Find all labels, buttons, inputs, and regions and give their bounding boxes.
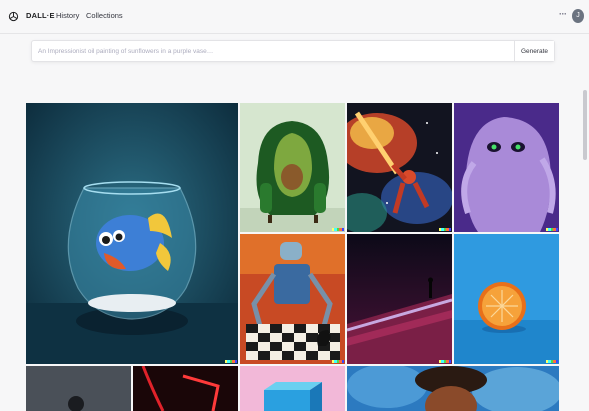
prompt-input[interactable] <box>32 41 514 61</box>
top-bar: DALL·E History Collections ··· J <box>0 0 589 34</box>
gallery-image-purple-monster[interactable] <box>454 103 559 232</box>
scrollbar-thumb[interactable] <box>583 90 587 160</box>
portrait-splash-image <box>347 366 559 411</box>
robot-chess-image <box>240 234 345 364</box>
orange-image <box>454 234 559 364</box>
dark-figure-image <box>26 366 131 411</box>
signature-badge <box>332 360 345 363</box>
nav-collections-link[interactable]: Collections <box>86 11 123 20</box>
gallery-image-avocado-chair[interactable] <box>240 103 345 232</box>
gallery-image-figure-dune[interactable] <box>347 234 452 364</box>
red-neon-image <box>133 366 238 411</box>
gallery-image-red-neon[interactable] <box>133 366 238 411</box>
gallery-image-blue-box[interactable] <box>240 366 345 411</box>
avatar[interactable]: J <box>572 9 584 23</box>
generate-button[interactable]: Generate <box>514 41 554 61</box>
nav-history-link[interactable]: History <box>56 11 79 20</box>
openai-logo-icon[interactable] <box>8 11 19 22</box>
blue-box-image <box>240 366 345 411</box>
gallery-image-space-astronaut[interactable] <box>347 103 452 232</box>
gallery-image-portrait-splash[interactable] <box>347 366 559 411</box>
brand-title[interactable]: DALL·E <box>26 11 55 20</box>
purple-monster-image <box>454 103 559 232</box>
fish-bowl-image <box>26 103 238 364</box>
space-astronaut-image <box>347 103 452 232</box>
gallery-image-robot-chess[interactable] <box>240 234 345 364</box>
signature-badge <box>225 360 238 363</box>
signature-badge <box>546 228 559 231</box>
signature-badge <box>439 360 452 363</box>
gallery-image-orange[interactable] <box>454 234 559 364</box>
signature-badge <box>439 228 452 231</box>
gallery-image-dark-figure[interactable] <box>26 366 131 411</box>
signature-badge <box>546 360 559 363</box>
prompt-bar: Generate <box>31 40 555 62</box>
more-options-icon[interactable]: ··· <box>559 9 567 19</box>
figure-dune-image <box>347 234 452 364</box>
signature-badge <box>332 228 345 231</box>
avocado-chair-image <box>240 103 345 232</box>
gallery-image-fish-bowl[interactable] <box>26 103 238 364</box>
